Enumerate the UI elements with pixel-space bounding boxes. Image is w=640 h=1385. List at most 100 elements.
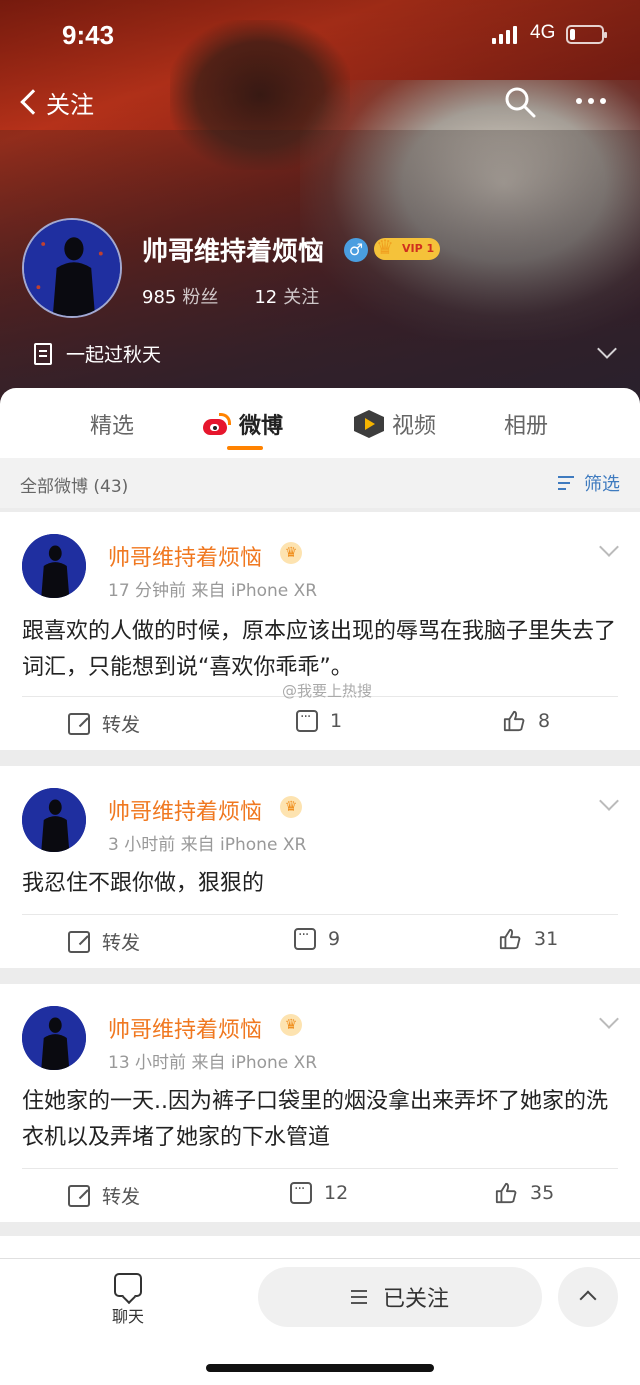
comment-count: 9	[328, 928, 341, 950]
like-button[interactable]: 8	[502, 710, 550, 732]
followers-count[interactable]: 985	[142, 287, 176, 308]
bio-text: 一起过秋天	[66, 344, 162, 366]
post-avatar[interactable]	[22, 788, 86, 852]
post-text[interactable]: 我忍住不跟你做，狠狠的	[22, 866, 622, 902]
comment-count: 1	[330, 710, 343, 732]
forward-icon	[68, 1184, 90, 1207]
menu-icon	[350, 1290, 367, 1304]
document-icon	[34, 342, 52, 365]
home-indicator[interactable]	[206, 1364, 434, 1372]
video-icon	[354, 410, 384, 438]
followed-label: 已关注	[382, 1287, 449, 1312]
crown-icon: ♛	[280, 1014, 302, 1036]
back-button[interactable]: 关注	[16, 82, 94, 122]
vip-badge[interactable]: ♛ VIP 1	[374, 235, 441, 260]
chevron-left-icon	[20, 89, 46, 115]
like-count: 31	[534, 928, 559, 950]
post-card[interactable]: 帅哥维持着烦恼 ♛ 17 分钟前 来自 iPhone XR 跟喜欢的人做的时候，…	[0, 512, 640, 750]
chevron-down-icon[interactable]	[599, 1009, 619, 1029]
crown-icon: ♛	[280, 796, 302, 818]
status-bar: 9:43 4G	[0, 0, 640, 70]
tab-featured[interactable]: 精选	[90, 408, 134, 440]
post-divider	[22, 1168, 618, 1169]
post-avatar[interactable]	[22, 1006, 86, 1070]
like-count: 8	[538, 710, 551, 732]
forward-icon	[68, 712, 90, 735]
filter-bar: 全部微博 (43) 筛选	[0, 458, 640, 508]
comment-icon	[294, 927, 316, 950]
chat-button[interactable]: 聊天	[100, 1273, 156, 1327]
expand-up-button[interactable]	[558, 1267, 618, 1327]
tab-video[interactable]: 视频	[354, 408, 436, 440]
post-card[interactable]: 帅哥维持着烦恼 ♛ 13 小时前 来自 iPhone XR 住她家的一天..因为…	[0, 984, 640, 1222]
chat-icon	[114, 1273, 142, 1297]
post-text[interactable]: 跟喜欢的人做的时候，原本应该出现的辱骂在我脑子里失去了词汇，只能想到说“喜欢你乖…	[22, 614, 622, 686]
forward-button[interactable]: 转发	[68, 928, 140, 955]
forward-button[interactable]: 转发	[68, 710, 140, 737]
thumbs-up-icon	[495, 1182, 517, 1204]
comment-count: 12	[324, 1182, 349, 1204]
tab-label: 相册	[504, 414, 549, 439]
filter-button[interactable]: 筛选	[558, 470, 620, 496]
battery-icon	[566, 25, 607, 44]
profile-tabs: 精选 微博 视频 相册	[0, 388, 640, 458]
tab-label: 精选	[90, 414, 135, 439]
post-text[interactable]: 住她家的一天..因为裤子口袋里的烟没拿出来弄坏了她家的洗衣机以及弄堵了她家的下水…	[22, 1084, 622, 1156]
filter-button-label: 筛选	[584, 474, 620, 495]
comment-button[interactable]: 9	[294, 927, 341, 950]
thumbs-up-icon	[499, 928, 521, 950]
post-card[interactable]: 帅哥维持着烦恼 ♛ 3 小时前 来自 iPhone XR 我忍住不跟你做，狠狠的…	[0, 766, 640, 968]
crown-icon: ♛	[280, 542, 302, 564]
post-card-partial	[0, 1236, 640, 1258]
followed-button[interactable]: 已关注	[258, 1267, 542, 1327]
tab-label: 微博	[239, 414, 284, 439]
crown-icon: ♛	[376, 235, 394, 259]
post-author[interactable]: 帅哥维持着烦恼	[108, 540, 262, 572]
status-time: 9:43	[62, 20, 115, 50]
post-meta: 17 分钟前 来自 iPhone XR	[108, 581, 318, 601]
post-avatar[interactable]	[22, 534, 86, 598]
filter-icon	[558, 474, 580, 492]
tab-album[interactable]: 相册	[504, 408, 548, 440]
chevron-down-icon[interactable]	[599, 537, 619, 557]
chevron-up-icon	[579, 1290, 597, 1308]
tab-weibo[interactable]: 微博	[203, 408, 283, 440]
gender-male-icon: ♂	[344, 238, 368, 262]
signal-icon	[492, 26, 517, 44]
chevron-down-icon[interactable]	[599, 791, 619, 811]
back-label: 关注	[46, 90, 94, 119]
comment-button[interactable]: 12	[290, 1181, 349, 1204]
forward-label: 转发	[102, 1186, 141, 1208]
post-meta: 13 小时前 来自 iPhone XR	[108, 1053, 318, 1073]
vip-label: VIP 1	[402, 242, 435, 255]
all-posts-label[interactable]: 全部微博 (43)	[20, 472, 128, 497]
search-icon[interactable]	[504, 86, 536, 118]
active-tab-indicator	[227, 446, 263, 450]
tab-label: 视频	[392, 414, 437, 439]
post-meta: 3 小时前 来自 iPhone XR	[108, 835, 307, 855]
chat-label: 聊天	[111, 1307, 144, 1326]
following-count[interactable]: 12	[254, 287, 277, 308]
post-author[interactable]: 帅哥维持着烦恼	[108, 1012, 262, 1044]
like-count: 35	[530, 1182, 555, 1204]
like-button[interactable]: 31	[498, 928, 558, 950]
comment-button[interactable]: 1	[296, 709, 343, 732]
comment-icon	[296, 709, 318, 732]
more-icon[interactable]	[576, 98, 606, 104]
comment-icon	[290, 1181, 312, 1204]
profile-header: 9:43 4G 关注 帅哥维持着烦恼 ♂ ♛ VIP 1 985 粉丝 12 关…	[0, 0, 640, 420]
avatar[interactable]	[22, 218, 122, 318]
followers-label[interactable]: 粉丝	[182, 283, 218, 309]
forward-button[interactable]: 转发	[68, 1182, 140, 1209]
forward-label: 转发	[102, 932, 141, 954]
post-divider	[22, 914, 618, 915]
thumbs-up-icon	[503, 710, 525, 732]
weibo-logo-icon	[203, 413, 231, 435]
following-label[interactable]: 关注	[283, 283, 319, 309]
forward-icon	[68, 930, 90, 953]
profile-bio[interactable]: 一起过秋天	[34, 340, 161, 367]
like-button[interactable]: 35	[494, 1182, 554, 1204]
post-author[interactable]: 帅哥维持着烦恼	[108, 794, 262, 826]
forward-label: 转发	[102, 714, 141, 736]
watermark: @我要上热搜	[282, 682, 373, 700]
